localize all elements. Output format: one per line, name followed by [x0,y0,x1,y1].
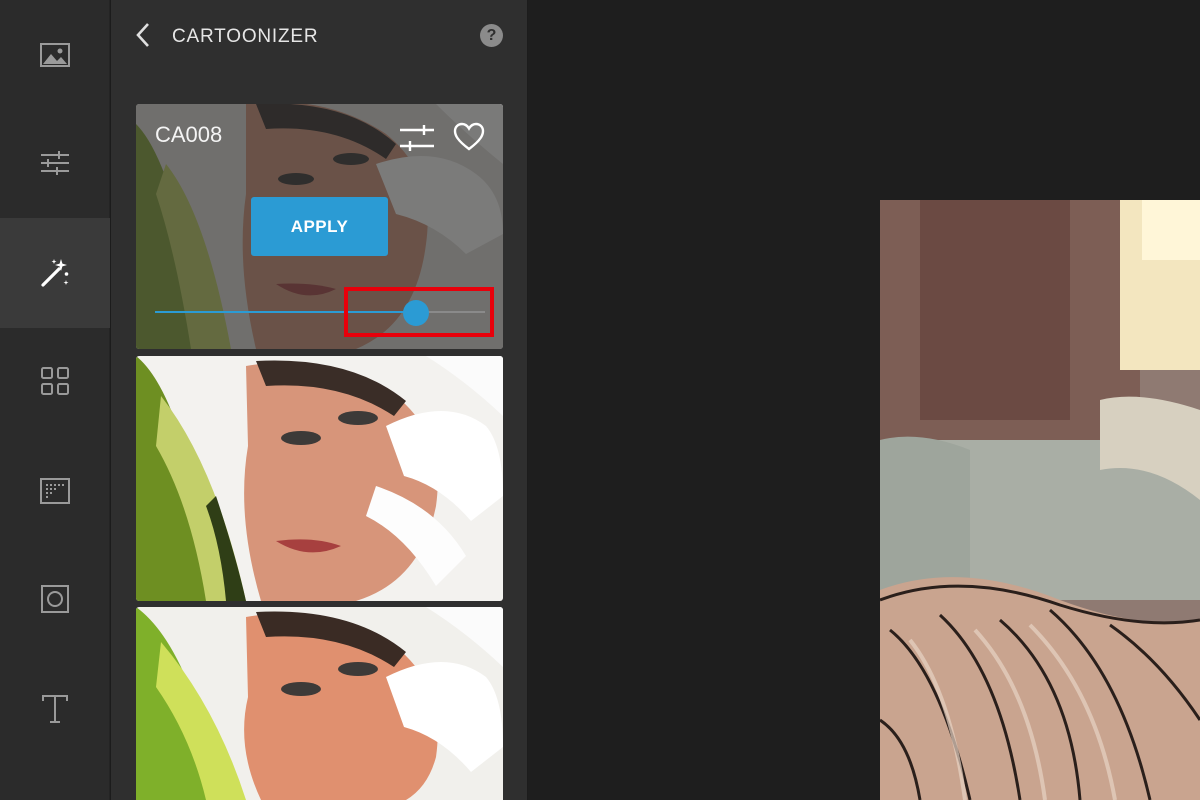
photo-preview [880,200,1200,800]
grid-icon [41,367,69,395]
preset-card[interactable] [136,356,503,601]
sliders-icon [41,151,69,175]
preset-card-active[interactable]: CA008 APPLY [136,104,503,349]
panel-header: CARTOONIZER ? [111,0,527,72]
apply-button[interactable]: APPLY [251,197,388,256]
texture-icon [40,478,70,504]
tool-sidebar [0,0,110,800]
sidebar-item-image[interactable] [0,0,110,110]
effects-panel: CARTOONIZER ? CA008 APPLY [111,0,527,800]
image-icon [40,43,70,67]
text-icon [42,695,68,723]
preset-thumbnail [136,356,503,601]
preset-name: CA008 [155,122,223,147]
app-root: CARTOONIZER ? CA008 APPLY [0,0,1200,800]
magic-wand-icon [41,259,69,287]
frame-icon [41,585,69,613]
sidebar-item-overlays[interactable] [0,326,110,436]
panel-title: CARTOONIZER [172,26,319,47]
sidebar-item-effects[interactable] [0,218,110,328]
heart-icon[interactable] [453,122,485,152]
help-button[interactable]: ? [480,24,503,47]
preset-thumbnail [136,607,503,800]
adjust-icon[interactable] [400,124,434,152]
sidebar-item-textures[interactable] [0,436,110,546]
back-button[interactable] [131,20,155,50]
sidebar-item-text[interactable] [0,654,110,764]
sidebar-item-frames[interactable] [0,544,110,654]
chevron-left-icon [136,23,149,47]
preset-card[interactable] [136,607,503,800]
highlight-annotation [344,287,494,337]
image-canvas[interactable] [528,0,1200,800]
sidebar-item-adjust[interactable] [0,108,110,218]
